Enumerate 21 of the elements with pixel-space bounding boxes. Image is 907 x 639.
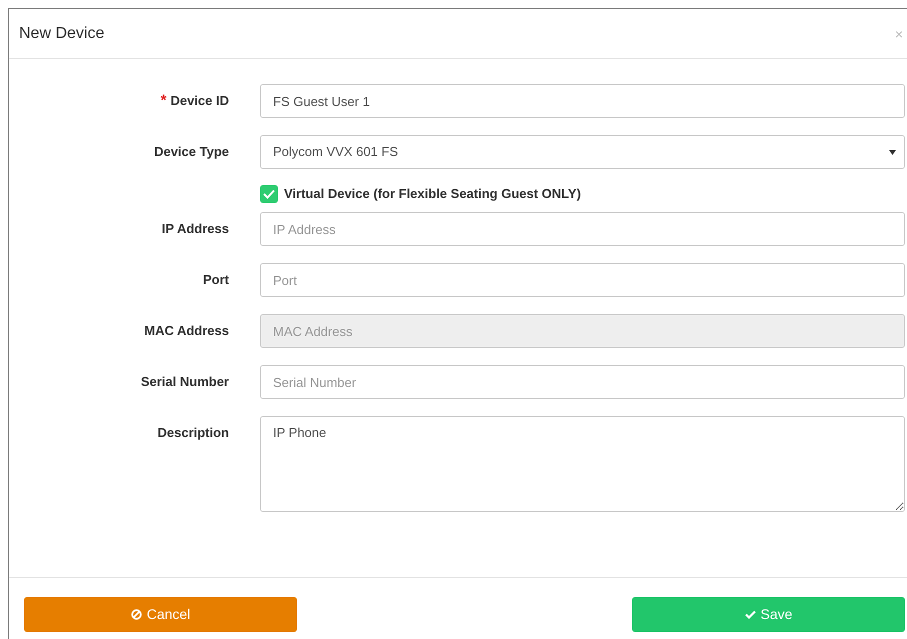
field-label: MAC Address bbox=[144, 322, 229, 340]
checkbox[interactable] bbox=[260, 185, 278, 203]
required-asterisk: * bbox=[160, 91, 166, 111]
device-type-select[interactable]: Polycom VVX 601 FS bbox=[260, 135, 905, 169]
field-label: Description bbox=[157, 424, 229, 442]
field-label: IP Address bbox=[162, 220, 229, 238]
field-label: Serial Number bbox=[140, 373, 229, 392]
field-label: Device ID bbox=[170, 92, 229, 110]
checkmark-icon bbox=[263, 189, 275, 199]
field-label: Port bbox=[203, 271, 229, 290]
text-input-field[interactable]: Port bbox=[260, 263, 905, 297]
field-label: Device Type bbox=[154, 143, 229, 162]
dialog-title: New Device bbox=[19, 24, 104, 44]
text-input-field[interactable]: Serial Number bbox=[260, 365, 905, 399]
description-textarea[interactable]: IP Phone bbox=[260, 416, 905, 512]
checkmark-icon bbox=[744, 610, 756, 619]
caret-icon bbox=[889, 150, 896, 154]
text-input-field[interactable]: IP Address bbox=[260, 212, 905, 246]
ban-icon bbox=[130, 609, 142, 620]
checkbox-label: Virtual Device (for Flexible Seating Guest ONLY) bbox=[284, 185, 581, 204]
text-input-field[interactable]: FS Guest User 1 bbox=[260, 84, 905, 118]
